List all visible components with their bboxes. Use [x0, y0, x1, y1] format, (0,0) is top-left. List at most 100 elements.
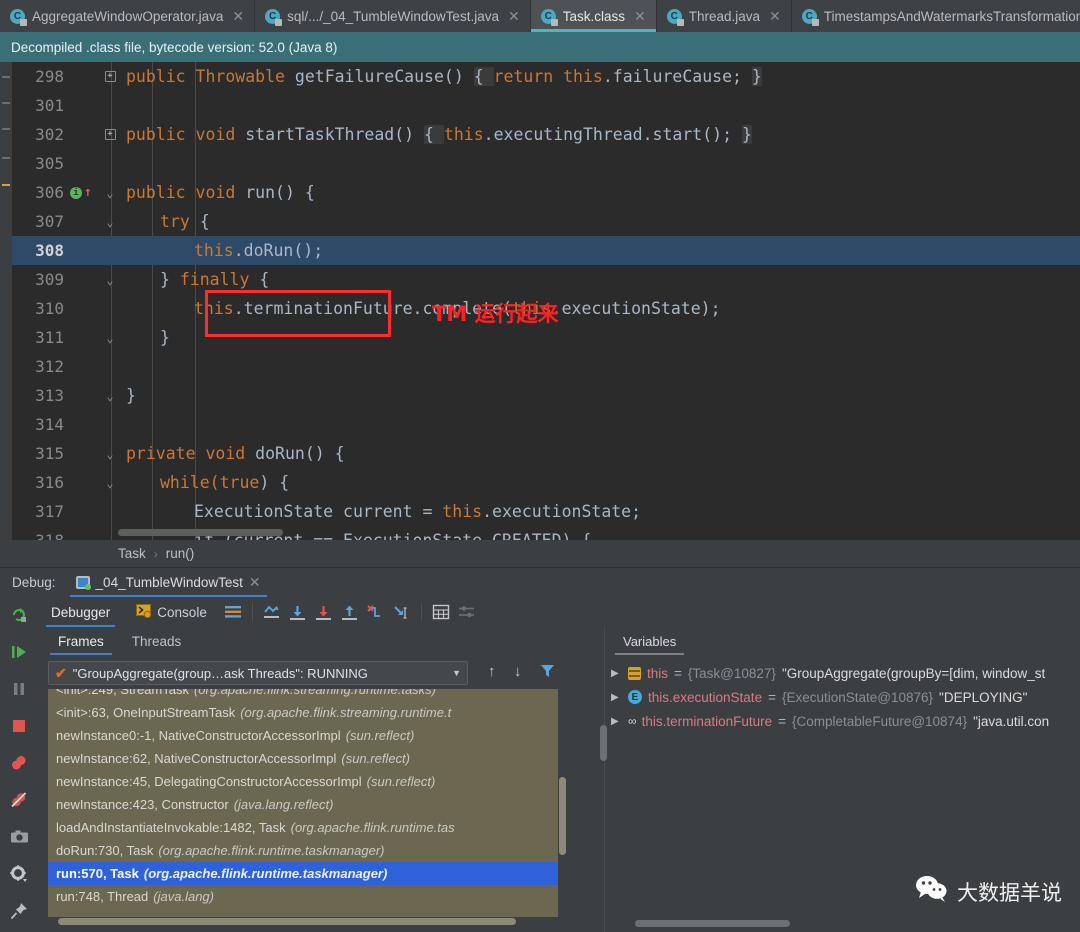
- frame-item[interactable]: loadAndInstantiateInvokable:1482, Task (o…: [48, 816, 558, 839]
- debugger-toolbar[interactable]: Debugger Console: [38, 597, 1080, 627]
- run-to-cursor-icon[interactable]: [389, 600, 415, 624]
- step-into-icon[interactable]: [311, 600, 337, 624]
- run-configuration-tab[interactable]: _04_TumbleWindowTest ✕: [69, 568, 267, 597]
- line-number[interactable]: 312: [12, 357, 70, 376]
- code-line[interactable]: 316 ⌄ while(true) {: [12, 468, 1080, 497]
- step-out-icon[interactable]: [337, 600, 363, 624]
- frame-item[interactable]: <init>:63, OneInputStreamTask (org.apache…: [48, 701, 558, 724]
- mute-breakpoints-icon[interactable]: [6, 788, 32, 812]
- camera-icon[interactable]: [6, 825, 32, 849]
- line-number[interactable]: 302: [12, 125, 70, 144]
- drop-frame-icon[interactable]: [363, 600, 389, 624]
- fold-collapse-icon[interactable]: ⌄: [106, 331, 113, 345]
- line-number[interactable]: 318: [12, 531, 70, 540]
- frame-item[interactable]: newInstance0:-1, NativeConstructorAccess…: [48, 724, 558, 747]
- resume-icon[interactable]: [6, 640, 32, 664]
- tab-console[interactable]: Console: [123, 597, 220, 627]
- code-line[interactable]: 312: [12, 352, 1080, 381]
- variable-row[interactable]: ▶ Ethis.executionState = {ExecutionState@10…: [605, 685, 1080, 709]
- show-execution-point-icon[interactable]: [259, 600, 285, 624]
- line-number[interactable]: 311: [12, 328, 70, 347]
- tab-threads[interactable]: Threads: [118, 627, 196, 655]
- editor-tab-3[interactable]: C Thread.java ✕: [656, 0, 792, 32]
- expand-triangle-icon[interactable]: ▶: [611, 668, 622, 679]
- editor-tab-1[interactable]: C sql/.../_04_TumbleWindowTest.java ✕: [255, 0, 531, 32]
- code-line[interactable]: 315 ⌄ private void doRun() {: [12, 439, 1080, 468]
- stop-icon[interactable]: [6, 714, 32, 738]
- line-number[interactable]: 310: [12, 299, 70, 318]
- gutter-markers[interactable]: i ↑: [70, 186, 98, 199]
- fold-toggle[interactable]: ⌄: [98, 476, 122, 490]
- frame-up-icon[interactable]: ↑: [488, 663, 496, 680]
- fold-expand-icon[interactable]: +: [104, 71, 116, 82]
- frame-item[interactable]: doRun:730, Task (org.apache.flink.runtime…: [48, 839, 558, 862]
- view-breakpoints-icon[interactable]: [6, 751, 32, 775]
- line-number[interactable]: 317: [12, 502, 70, 521]
- close-icon[interactable]: ✕: [508, 9, 520, 23]
- code-line[interactable]: 305: [12, 149, 1080, 178]
- expand-triangle-icon[interactable]: ▶: [611, 716, 622, 727]
- fold-toggle[interactable]: ⌄: [98, 331, 122, 345]
- code-line[interactable]: 313 ⌄}: [12, 381, 1080, 410]
- close-icon[interactable]: ✕: [769, 9, 781, 23]
- line-number[interactable]: 308: [12, 241, 70, 260]
- variable-row[interactable]: ▶ this = {Task@10827} "GroupAggregate(groupB…: [605, 661, 1080, 685]
- fold-toggle[interactable]: +: [98, 71, 122, 82]
- fold-toggle[interactable]: ⌄: [98, 447, 122, 461]
- fold-collapse-icon[interactable]: ⌄: [106, 447, 113, 461]
- line-number[interactable]: 315: [12, 444, 70, 463]
- code-line[interactable]: 317 ExecutionState current = this.executi…: [12, 497, 1080, 526]
- frame-down-icon[interactable]: ↓: [514, 663, 522, 680]
- code-line[interactable]: 298 + public Throwable getFailureCause() {…: [12, 62, 1080, 91]
- fold-collapse-icon[interactable]: ⌄: [106, 476, 113, 490]
- variable-row[interactable]: ▶ ∞ this.terminationFuture = {CompletableFut…: [605, 709, 1080, 733]
- breadcrumb-method[interactable]: run(): [166, 546, 195, 561]
- code-line[interactable]: 302 + public void startTaskThread() { this…: [12, 120, 1080, 149]
- evaluate-expression-icon[interactable]: [428, 600, 454, 624]
- fold-toggle[interactable]: +: [98, 129, 122, 140]
- line-number[interactable]: 305: [12, 154, 70, 173]
- thread-selector[interactable]: ✔ "GroupAggregate(group…ask Threads": RU…: [48, 661, 468, 685]
- line-number[interactable]: 301: [12, 96, 70, 115]
- fold-toggle[interactable]: ⌄: [98, 273, 122, 287]
- editor-tab-2[interactable]: C Task.class ✕: [530, 0, 657, 32]
- pin-icon[interactable]: [6, 899, 32, 923]
- frame-item[interactable]: newInstance:62, NativeConstructorAccesso…: [48, 747, 558, 770]
- tab-frames[interactable]: Frames: [44, 627, 118, 655]
- debugger-sub-tabs[interactable]: Frames Threads: [38, 627, 568, 655]
- frame-item[interactable]: newInstance:45, DelegatingConstructorAcc…: [48, 770, 558, 793]
- code-line[interactable]: 306 i ↑ ⌄ public void run() {: [12, 178, 1080, 207]
- fold-collapse-icon[interactable]: ⌄: [106, 215, 113, 229]
- fold-collapse-icon[interactable]: ⌄: [106, 389, 113, 403]
- rerun-icon[interactable]: [6, 603, 32, 627]
- fold-collapse-icon[interactable]: ⌄: [106, 186, 113, 200]
- line-number[interactable]: 313: [12, 386, 70, 405]
- code-line[interactable]: 309 ⌄} finally {: [12, 265, 1080, 294]
- tab-debugger[interactable]: Debugger: [38, 597, 123, 627]
- line-number[interactable]: 306: [12, 183, 70, 202]
- frames-list[interactable]: <init>:249, StreamTask (org.apache.flink.…: [48, 689, 558, 917]
- close-icon[interactable]: ✕: [249, 574, 261, 591]
- line-number[interactable]: 309: [12, 270, 70, 289]
- code-line[interactable]: 301: [12, 91, 1080, 120]
- close-icon[interactable]: ✕: [634, 9, 646, 23]
- fold-toggle[interactable]: ⌄: [98, 215, 122, 229]
- line-number[interactable]: 307: [12, 212, 70, 231]
- frame-item[interactable]: newInstance:423, Constructor (java.lang.r…: [48, 793, 558, 816]
- step-over-icon[interactable]: [285, 600, 311, 624]
- line-number[interactable]: 314: [12, 415, 70, 434]
- chevron-down-icon[interactable]: ▼: [452, 668, 461, 678]
- frame-item[interactable]: <init>:249, StreamTask (org.apache.flink.…: [48, 689, 558, 701]
- frame-item-selected[interactable]: run:570, Task (org.apache.flink.runtime.t…: [48, 862, 558, 885]
- variables-horizontal-scrollbar[interactable]: [635, 920, 790, 927]
- expand-triangle-icon[interactable]: ▶: [611, 692, 622, 703]
- line-number[interactable]: 316: [12, 473, 70, 492]
- pause-icon[interactable]: [6, 677, 32, 701]
- code-line[interactable]: 307 ⌄ try {: [12, 207, 1080, 236]
- tab-variables[interactable]: Variables: [611, 627, 688, 655]
- filter-icon[interactable]: [540, 663, 555, 682]
- editor-tab-0[interactable]: C AggregateWindowOperator.java ✕: [0, 0, 256, 32]
- code-line[interactable]: 314: [12, 410, 1080, 439]
- line-number[interactable]: 298: [12, 67, 70, 86]
- fold-expand-icon[interactable]: +: [104, 129, 116, 140]
